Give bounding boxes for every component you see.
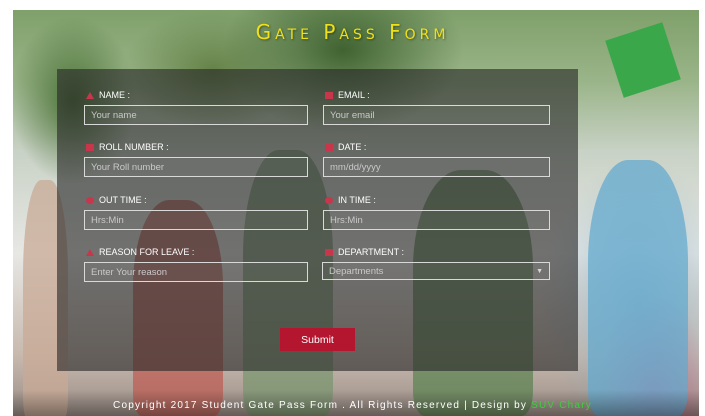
footer: Copyright 2017 Student Gate Pass Form . … [0,400,705,411]
footer-brand-link[interactable]: SUV Chary [531,400,592,411]
department-label-text: DEPARTMENT : [338,247,405,257]
submit-button[interactable]: Submit [280,328,355,351]
name-field[interactable]: Your name [84,105,308,125]
name-label: NAME : [86,90,130,100]
reason-placeholder: Enter Your reason [91,266,168,278]
calendar-icon [325,143,333,151]
in-time-placeholder: Hrs:Min [330,214,363,226]
department-label: DEPARTMENT : [325,247,404,257]
envelope-icon [325,91,333,99]
roll-number-label: ROLL NUMBER : [86,142,169,152]
department-selected: Departments [329,265,384,277]
page-title: Gate Pass Form [255,20,450,44]
date-placeholder: mm/dd/yyyy [330,161,381,173]
out-time-field[interactable]: Hrs:Min [84,210,308,230]
date-label-text: DATE : [338,142,367,152]
in-time-field[interactable]: Hrs:Min [323,210,550,230]
home-icon [86,248,94,256]
roll-number-label-text: ROLL NUMBER : [99,142,169,152]
email-label-text: EMAIL : [338,90,370,100]
out-time-placeholder: Hrs:Min [91,214,124,226]
out-time-label: OUT TIME : [86,195,147,205]
email-field[interactable]: Your email [323,105,550,125]
reason-label-text: REASON FOR LEAVE : [99,247,195,257]
in-time-label: IN TIME : [325,195,376,205]
reason-field[interactable]: Enter Your reason [84,262,308,282]
clock-icon [325,196,333,204]
roll-number-placeholder: Your Roll number [91,161,165,173]
out-time-label-text: OUT TIME : [99,195,147,205]
email-label: EMAIL : [325,90,370,100]
user-icon [86,91,94,99]
in-time-label-text: IN TIME : [338,195,376,205]
person-figure [588,160,688,416]
department-select[interactable]: Departments ▼ [322,262,550,280]
reason-label: REASON FOR LEAVE : [86,247,194,257]
id-card-icon [86,143,94,151]
building-icon [325,248,333,256]
clock-icon [86,196,94,204]
date-field[interactable]: mm/dd/yyyy [323,157,550,177]
name-placeholder: Your name [91,109,137,121]
roll-number-field[interactable]: Your Roll number [84,157,308,177]
footer-text: Copyright 2017 Student Gate Pass Form . … [113,400,528,411]
name-label-text: NAME : [99,90,131,100]
email-placeholder: Your email [330,109,375,121]
date-label: DATE : [325,142,366,152]
chevron-down-icon: ▼ [536,267,543,275]
